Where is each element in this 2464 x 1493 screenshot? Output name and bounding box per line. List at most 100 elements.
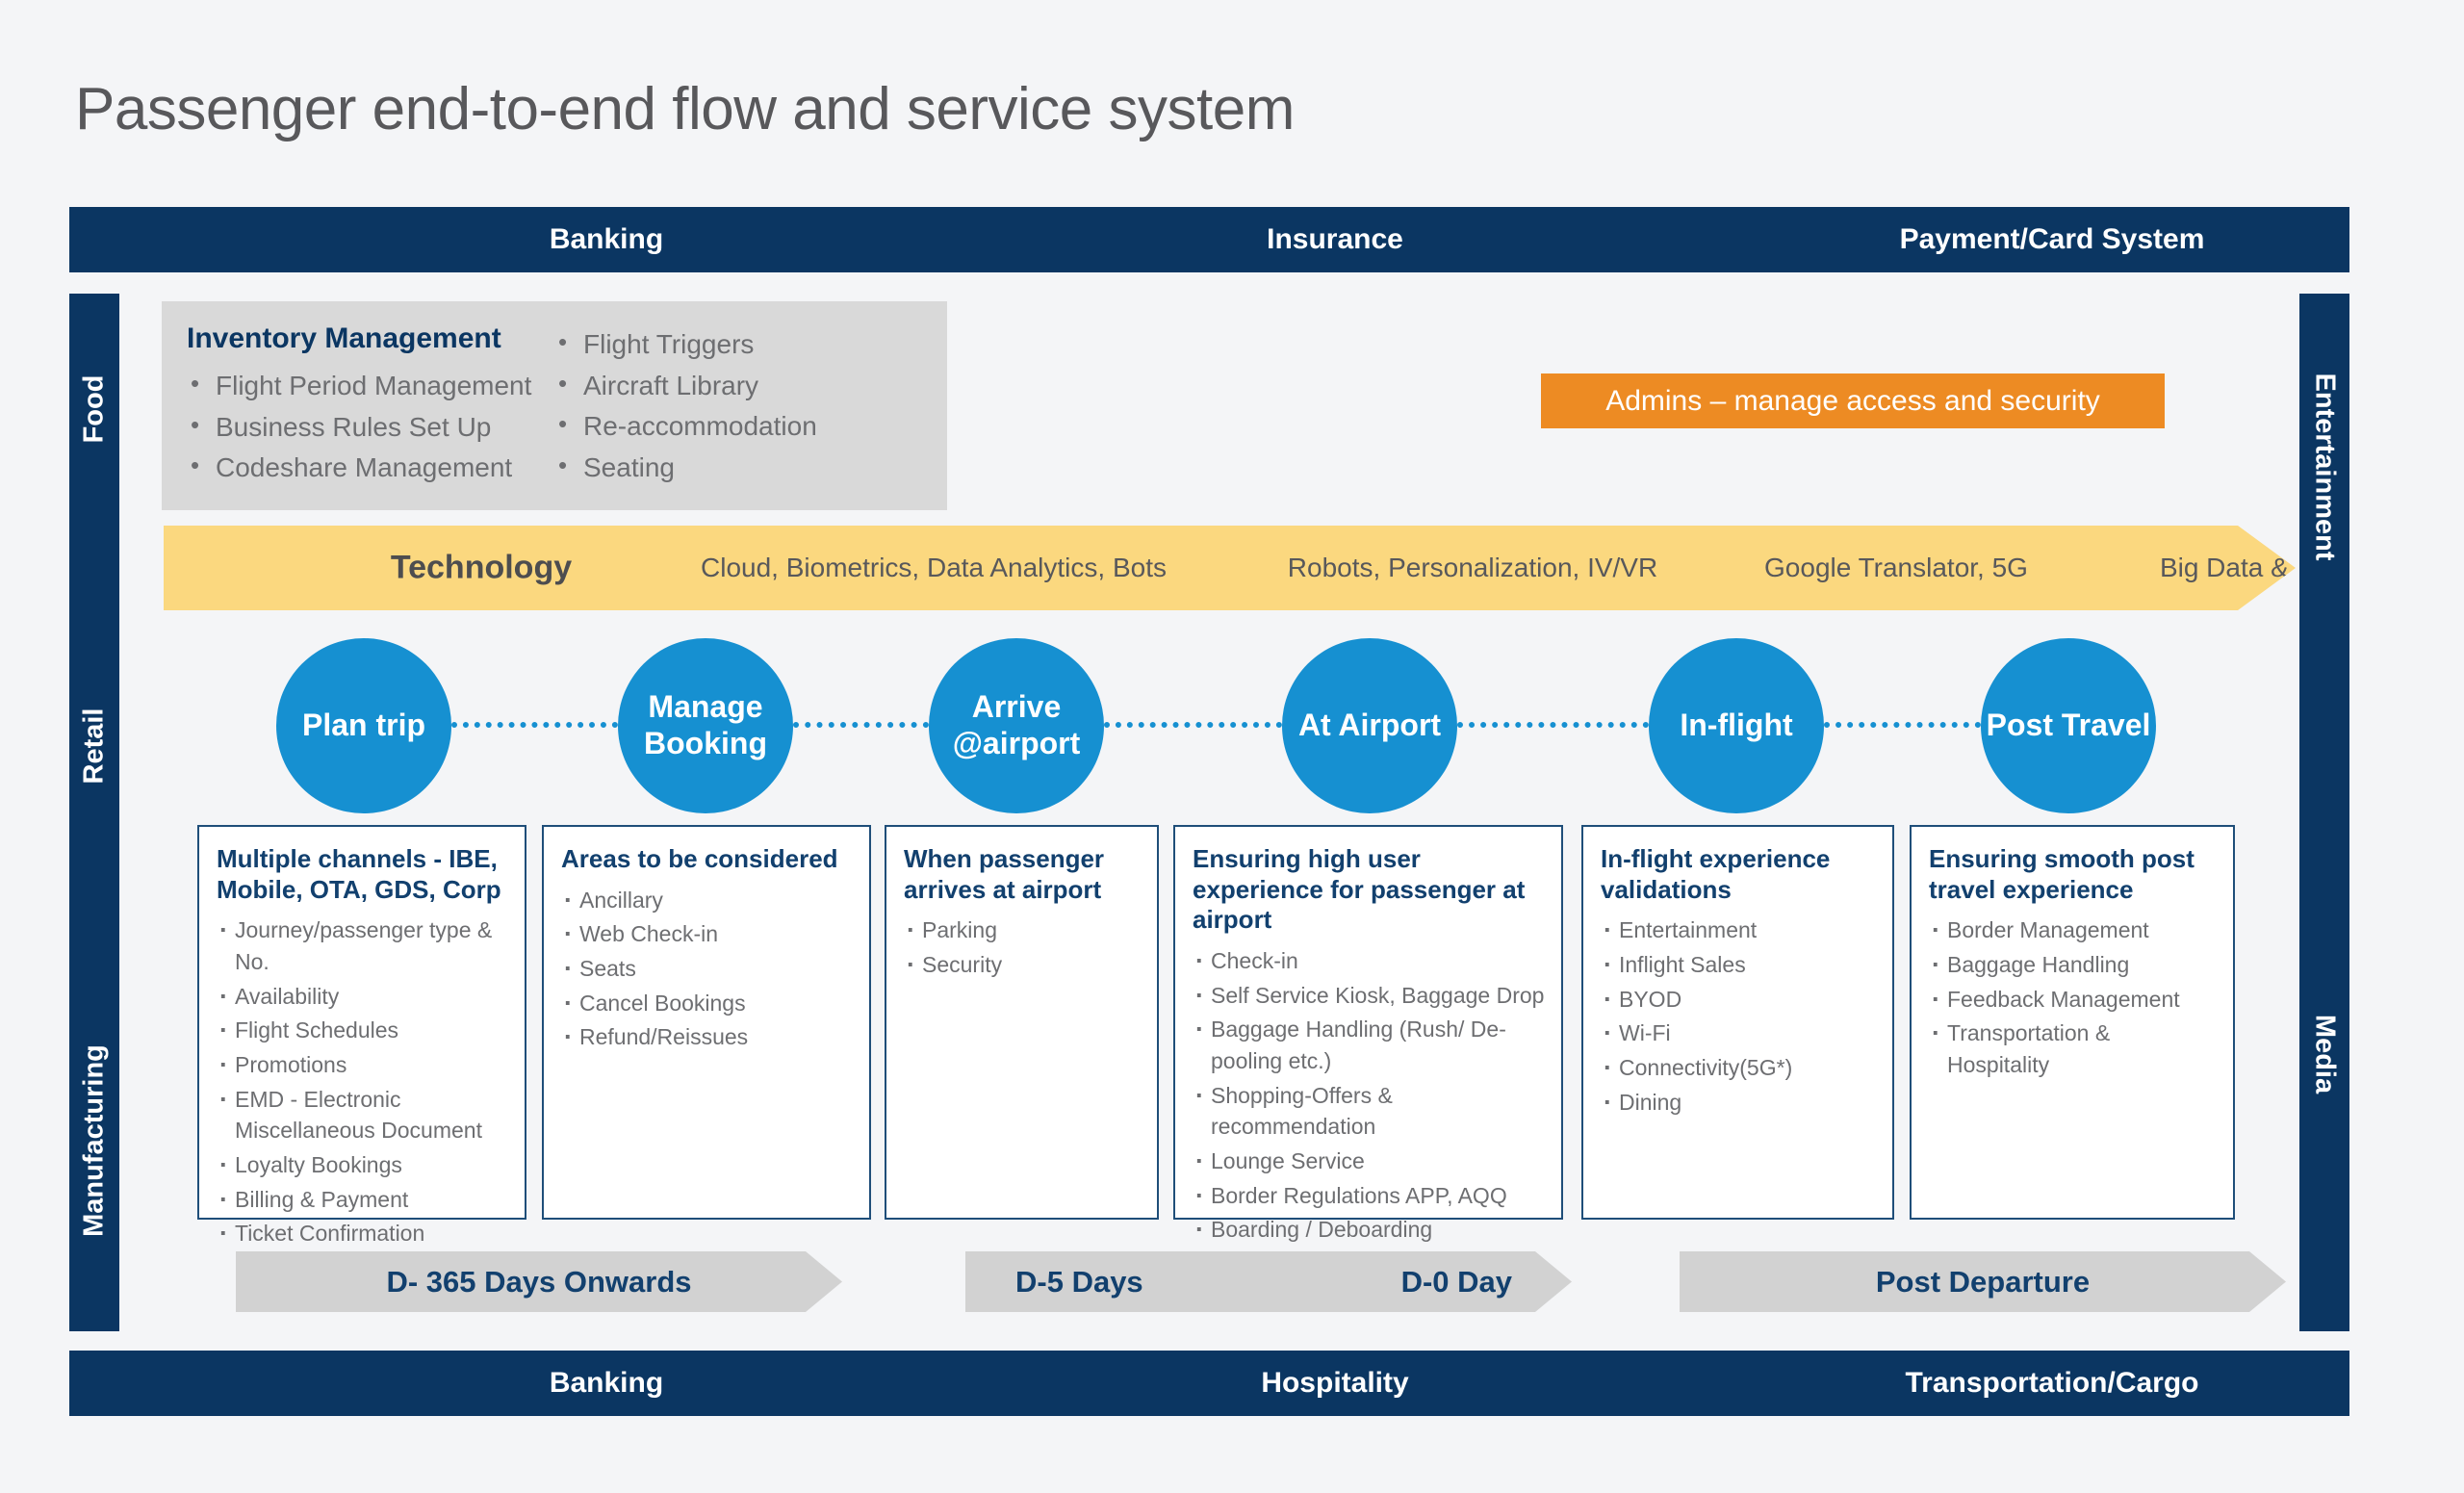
rail-label-food: Food [78,374,110,444]
inventory-list-item: Re-accommodation [554,405,922,448]
detail-card-item: Border Management [1929,912,2218,948]
stage-circle-plan-trip[interactable]: Plan trip [276,638,451,813]
detail-card-item: EMD - Electronic Miscellaneous Document [217,1081,509,1146]
timeline-chevron: D-0 Day [965,1251,1572,1312]
inventory-list-item: Codeshare Management [187,447,554,489]
technology-band-heading: Technology [390,549,573,586]
detail-card-item: Wi-Fi [1601,1015,1877,1051]
detail-card-title: When passenger arrives at airport [904,844,1105,904]
detail-card-item: BYOD [1601,981,1877,1017]
inventory-list-item: Aircraft Library [554,365,922,407]
detail-card-item: Flight Schedules [217,1012,509,1048]
detail-card-item: Baggage Handling (Rush/ De-pooling etc.) [1193,1011,1546,1076]
detail-card: Areas to be considered AncillaryWeb Check… [542,825,871,1220]
admins-access-chip[interactable]: Admins – manage access and security [1541,373,2165,428]
stage-circle-label: Arrive @airport [952,689,1081,760]
detail-card-item: Cancel Bookings [561,985,854,1021]
detail-card-item: Web Check-in [561,915,854,952]
top-partner-bar: Banking Insurance Payment/Card System [69,207,2349,272]
partner-label-transportation-cargo: Transportation/Cargo [1905,1367,2199,1399]
stage-circle-arrive-airport[interactable]: Arrive @airport [929,638,1104,813]
detail-card-item: Dining [1601,1084,1877,1120]
detail-card-item: Loyalty Bookings [217,1146,509,1183]
inventory-right-list: Flight TriggersAircraft LibraryRe-accomm… [554,323,922,489]
inventory-left-list: Flight Period ManagementBusiness Rules S… [187,365,554,489]
inventory-list-item: Business Rules Set Up [187,406,554,449]
timeline-chevron: D- 365 Days Onwards [236,1251,842,1312]
stage-circle-label: Post Travel [1986,708,2151,743]
timeline-chevron-label: D- 365 Days Onwards [386,1264,692,1299]
left-industry-rail: Food Retail Manufacturing [69,294,119,1331]
inventory-panel-title: Inventory Management [187,322,501,354]
technology-item: Big Data & Analytics [2159,553,2403,582]
inventory-list-item: Flight Triggers [554,323,922,366]
technology-item: Cloud, Biometrics, Data Analytics, Bots [701,553,1167,582]
rail-label-media: Media [2309,1014,2341,1094]
detail-card-title: Ensuring high user experience for passen… [1193,844,1526,935]
timeline-chevron-label: D-0 Day [1400,1264,1512,1299]
stage-circle-manage-booking[interactable]: Manage Booking [618,638,793,813]
technology-band: Technology Cloud, Biometrics, Data Analyt… [164,526,2296,610]
rail-label-manufacturing: Manufacturing [78,1044,110,1237]
detail-card-item: Connectivity(5G*) [1601,1049,1877,1086]
detail-card-item: Boarding / Deboarding [1193,1211,1546,1248]
detail-card-item: Parking [904,912,1142,948]
right-industry-rail: Entertainment Media [2299,294,2349,1331]
stage-circle-label: Plan trip [301,708,425,743]
detail-card-item: Transportation & Hospitality [1929,1015,2218,1080]
journey-stage-row: Plan trip Manage Booking Arrive @airport At A… [0,638,2464,813]
detail-card: Multiple channels - IBE, Mobile, OTA, GD… [197,825,526,1251]
detail-card-item: Availability [217,978,509,1015]
inventory-list-item: Flight Period Management [187,365,554,407]
detail-card-item: Inflight Sales [1601,946,1877,983]
detail-card-item: Billing & Payment [217,1181,509,1218]
detail-card-title: In-flight experience validations [1601,844,1831,904]
detail-card-item: Seats [561,950,854,987]
timeline-chevron: Post Departure [1680,1251,2286,1312]
detail-card-item: Ancillary [561,882,854,918]
partner-label-payment-card-system: Payment/Card System [1899,223,2205,255]
detail-card-item: Promotions [217,1046,509,1083]
stage-circle-label: At Airport [1297,708,1442,743]
inventory-left-column: Inventory Management Flight Period Manag… [187,322,554,510]
detail-card: Ensuring high user experience for passen… [1173,825,1563,1282]
detail-card: In-flight experience validations Entertai… [1581,825,1894,1220]
inventory-right-column: Flight TriggersAircraft LibraryRe-accomm… [554,322,922,510]
detail-card-item: Baggage Handling [1929,946,2218,983]
partner-label-hospitality: Hospitality [1261,1367,1409,1399]
bottom-partner-bar: Banking Hospitality Transportation/Cargo [69,1351,2349,1416]
detail-card-item: Shopping-Offers & recommendation [1193,1077,1546,1143]
detail-card: When passenger arrives at airport Parking… [885,825,1159,1220]
stage-circle-label: Manage Booking [644,689,767,760]
technology-item: Robots, Personalization, IV/VR [1287,553,1658,582]
stage-circle-post-travel[interactable]: Post Travel [1981,638,2156,813]
inventory-list-item: Seating [554,447,922,489]
detail-card-item: Feedback Management [1929,981,2218,1017]
technology-item: Google Translator, 5G [1764,553,2028,582]
inventory-management-panel: Inventory Management Flight Period Manag… [162,301,947,510]
stage-connector [1824,722,1981,728]
detail-card-item: Border Regulations APP, AQQ [1193,1177,1546,1214]
stage-connector [1104,722,1282,728]
stage-circle-at-airport[interactable]: At Airport [1282,638,1457,813]
detail-card-item: Entertainment [1601,912,1877,948]
slide-root: Passenger end-to-end flow and service sy… [0,0,2464,1493]
partner-label-banking: Banking [549,223,664,255]
stage-connector [1457,722,1649,728]
stage-circle-label: In-flight [1680,708,1793,743]
partner-label-insurance: Insurance [1267,223,1403,255]
rail-label-entertainment: Entertainment [2309,373,2341,561]
detail-card: Ensuring smooth post travel experience Bo… [1910,825,2235,1220]
stage-connector [451,722,618,728]
detail-card-title: Multiple channels - IBE, Mobile, OTA, GD… [217,844,501,904]
partner-label-banking: Banking [549,1367,664,1399]
detail-card-item: Check-in [1193,942,1546,979]
detail-card-item: Refund/Reissues [561,1018,854,1055]
detail-card-item: Self Service Kiosk, Baggage Drop [1193,977,1546,1014]
detail-card-item: Journey/passenger type & No. [217,912,509,977]
stage-circle-in-flight[interactable]: In-flight [1649,638,1824,813]
detail-card-item: Lounge Service [1193,1143,1546,1179]
stage-connector [793,722,929,728]
page-title: Passenger end-to-end flow and service sy… [75,76,1295,142]
detail-card-item: Security [904,946,1142,983]
